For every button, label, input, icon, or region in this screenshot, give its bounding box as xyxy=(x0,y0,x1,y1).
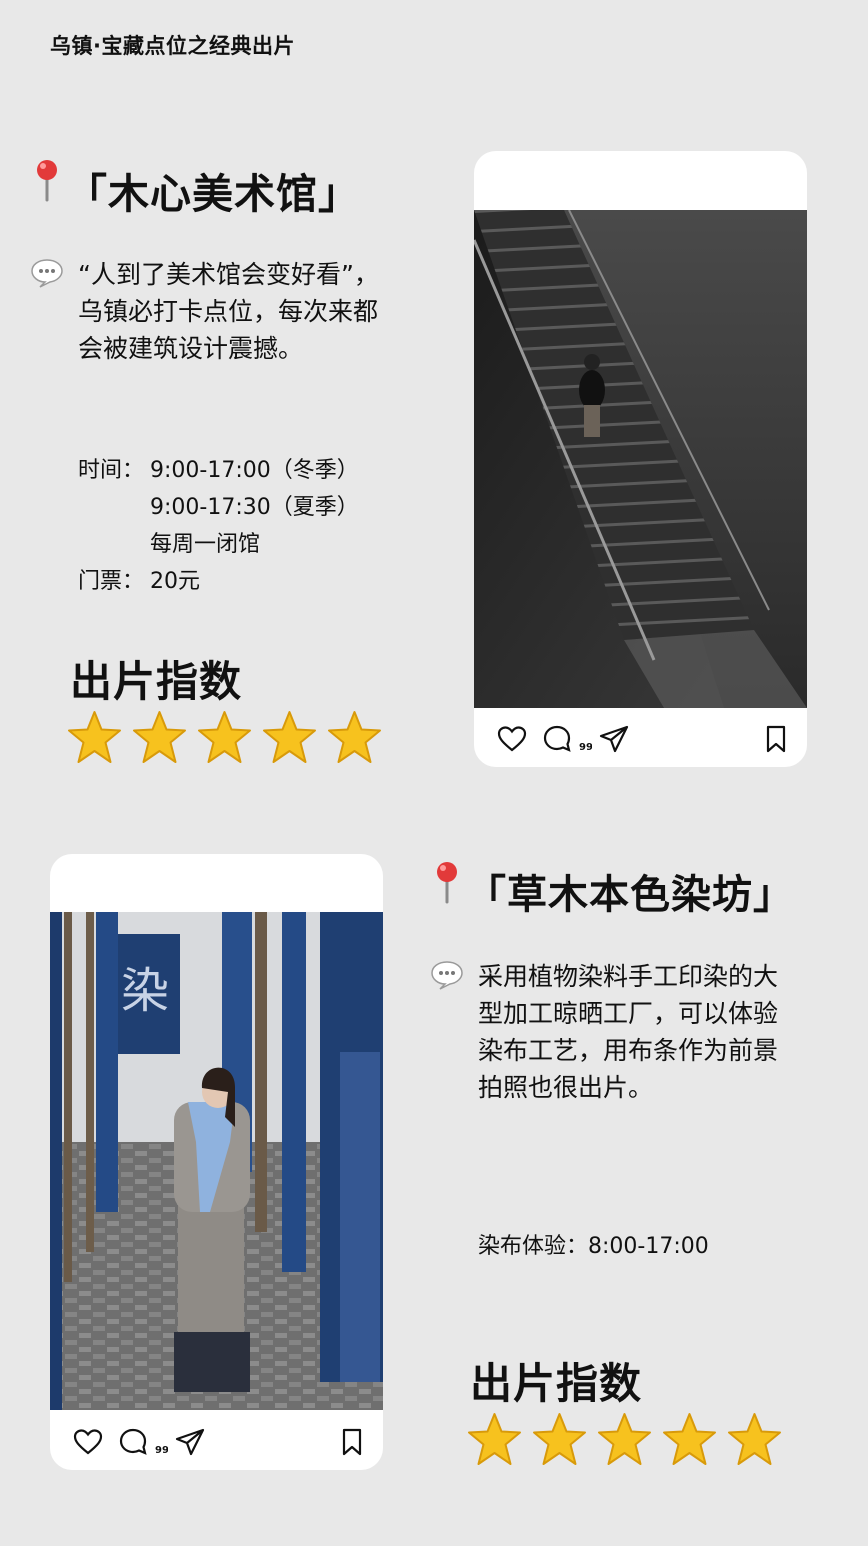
description-line: “人到了美术馆会变好看”， xyxy=(78,260,379,289)
description-line: 拍照也很出片。 xyxy=(478,1073,654,1102)
description-line: 会被建筑设计震撼。 xyxy=(78,334,304,363)
heart-icon[interactable] xyxy=(72,1426,104,1458)
page-title: 乌镇·宝藏点位之经典出片 xyxy=(50,34,295,58)
star-icon xyxy=(533,1413,586,1465)
post-card: 99 xyxy=(474,151,807,767)
score-label: 出片指数 xyxy=(470,1359,643,1408)
heart-icon[interactable] xyxy=(496,723,528,755)
star-icon xyxy=(468,1413,521,1465)
spot-title: 「草木本色染坊」 xyxy=(466,872,794,918)
star-icon xyxy=(263,711,316,763)
spot-info: 染布体验：8:00-17:00 xyxy=(478,1228,709,1265)
star-rating xyxy=(466,1412,783,1467)
info-value: 染布体验：8:00-17:00 xyxy=(478,1234,709,1259)
star-icon xyxy=(133,711,186,763)
info-value: 每周一闭馆 xyxy=(150,532,261,557)
share-icon[interactable] xyxy=(174,1426,206,1458)
spot-description: 采用植物染料手工印染的大 型加工晾晒工厂，可以体验 染布工艺，用布条作为前景 拍… xyxy=(478,958,828,1106)
star-rating xyxy=(66,710,383,765)
description-line: 染布工艺，用布条作为前景 xyxy=(478,1036,779,1065)
info-label: 门票： xyxy=(78,569,145,594)
info-value: 9:00-17:00（冬季） xyxy=(150,458,359,483)
star-icon xyxy=(328,711,381,763)
info-value: 20元 xyxy=(150,569,200,594)
description-line: 型加工晾晒工厂，可以体验 xyxy=(478,999,779,1028)
star-icon xyxy=(598,1413,651,1465)
info-label: 时间： xyxy=(78,458,145,483)
comment-icon[interactable]: 99 xyxy=(542,723,592,755)
pin-icon xyxy=(37,160,57,202)
speech-bubble-icon xyxy=(31,259,63,288)
info-label xyxy=(78,526,150,563)
spot-info: 时间： 9:00-17:00（冬季） 9:00-17:30（夏季） 每周一闭馆 门… xyxy=(78,452,359,600)
info-value: 9:00-17:30（夏季） xyxy=(150,495,359,520)
comment-badge: 99 xyxy=(155,1445,168,1456)
star-icon xyxy=(728,1413,781,1465)
museum-stair-photo xyxy=(474,210,807,708)
info-row: 每周一闭馆 xyxy=(78,526,359,563)
info-row: 9:00-17:30（夏季） xyxy=(78,489,359,526)
info-row: 门票： 20元 xyxy=(78,563,359,600)
star-icon xyxy=(68,711,121,763)
info-row: 染布体验：8:00-17:00 xyxy=(478,1228,709,1265)
bookmark-icon[interactable] xyxy=(336,1426,368,1458)
pin-icon xyxy=(437,862,457,904)
speech-bubble-icon xyxy=(431,961,463,990)
info-row: 时间： 9:00-17:00（冬季） xyxy=(78,452,359,489)
spot-title: 「木心美术馆」 xyxy=(66,170,360,218)
comment-icon[interactable]: 99 xyxy=(118,1426,168,1458)
dye-workshop-photo: 染 xyxy=(50,912,383,1410)
star-icon xyxy=(198,711,251,763)
description-line: 乌镇必打卡点位，每次来都 xyxy=(78,297,379,326)
share-icon[interactable] xyxy=(598,723,630,755)
post-actions: 99 xyxy=(50,1412,383,1470)
info-label xyxy=(78,489,150,526)
dye-banner-character: 染 xyxy=(121,963,169,1019)
star-icon xyxy=(663,1413,716,1465)
post-card: 染 99 xyxy=(50,854,383,1470)
spot-description: “人到了美术馆会变好看”， 乌镇必打卡点位，每次来都 会被建筑设计震撼。 xyxy=(78,256,448,367)
description-line: 采用植物染料手工印染的大 xyxy=(478,962,779,991)
post-actions: 99 xyxy=(474,709,807,767)
comment-badge: 99 xyxy=(579,742,592,753)
bookmark-icon[interactable] xyxy=(760,723,792,755)
score-label: 出片指数 xyxy=(70,657,243,706)
